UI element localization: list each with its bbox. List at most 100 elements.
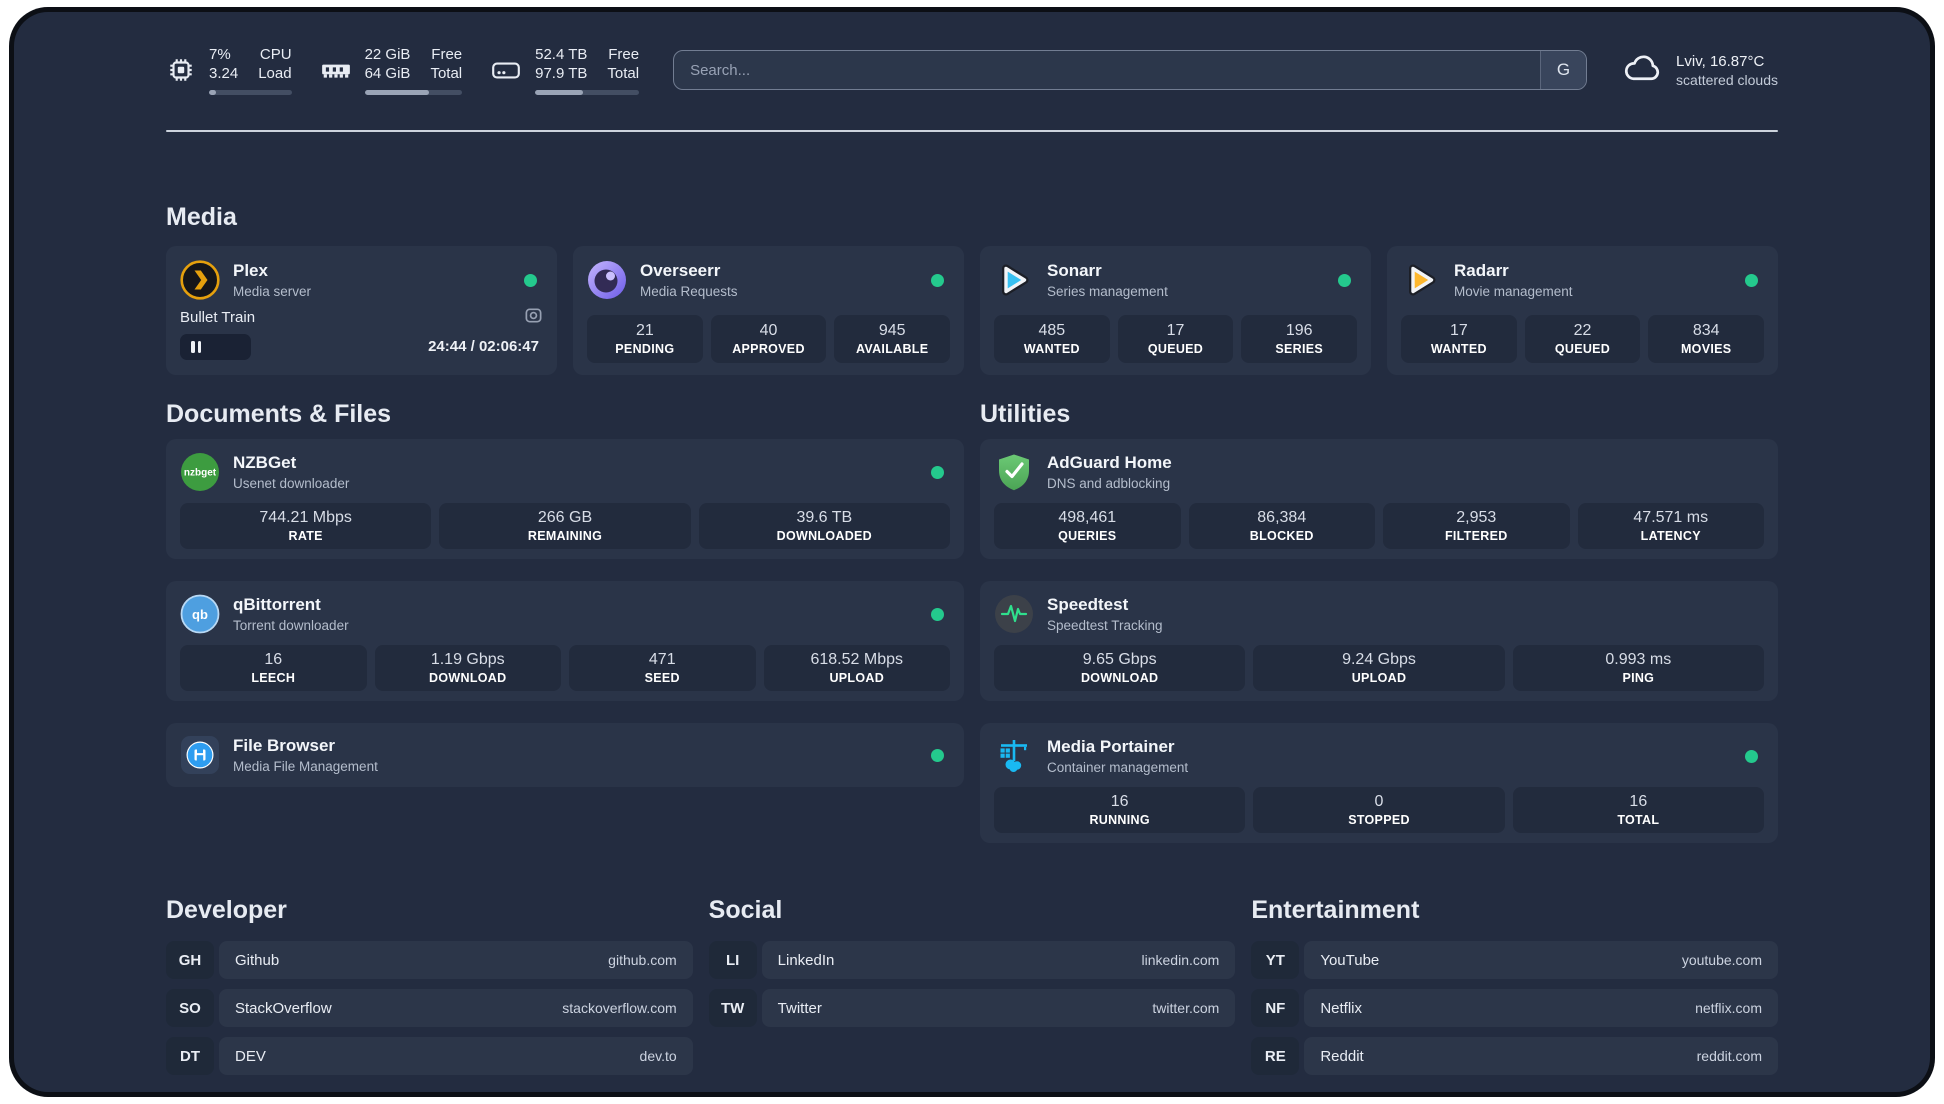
app-name: Media Portainer: [1047, 737, 1175, 756]
ram-icon: [320, 55, 352, 85]
stat-tile: 485 WANTED: [994, 315, 1110, 363]
status-dot: [931, 748, 944, 762]
bookmark-dev[interactable]: DT DEV dev.to: [166, 1037, 693, 1075]
top-header: 7% 3.24 CPU Load 22 GiB 64 GiB Free Tota…: [166, 42, 1778, 98]
stat-tile: 16 LEECH: [180, 645, 367, 691]
cpu-usage-value: 7%: [209, 46, 231, 63]
bookmark-name: Netflix: [1320, 999, 1363, 1017]
app-name: Overseerr: [640, 261, 721, 280]
bookmark-abbr: NF: [1251, 989, 1300, 1027]
now-playing-title: Bullet Train: [180, 309, 256, 326]
app-desc: Media Requests: [640, 284, 738, 299]
svg-text:qb: qb: [192, 607, 208, 622]
bookmark-name: YouTube: [1320, 951, 1380, 969]
ram-total-label: Total: [430, 65, 463, 82]
filebrowser-card[interactable]: File Browser Media File Management: [166, 723, 964, 787]
weather-widget[interactable]: Lviv, 16.87°C scattered clouds: [1621, 51, 1778, 90]
app-desc: Container management: [1047, 760, 1189, 775]
overseerr-icon: [587, 260, 627, 300]
bookmark-name: DEV: [235, 1047, 266, 1065]
app-name: qBittorrent: [233, 595, 321, 614]
bookmark-linkedin[interactable]: LI LinkedIn linkedin.com: [708, 941, 1236, 979]
bookmark-name: Reddit: [1320, 1047, 1364, 1065]
playback-progress-bar[interactable]: 24:44 / 02:06:47: [180, 334, 543, 360]
app-name: NZBGet: [233, 453, 297, 472]
app-desc: DNS and adblocking: [1047, 476, 1171, 491]
ram-free-label: Free: [431, 46, 463, 63]
ram-free-value: 22 GiB: [364, 46, 411, 63]
section-utilities: Utilities AdGuard Home DNS and adblockin…: [980, 399, 1778, 843]
bookmark-group-social: Social LI LinkedIn linkedin.com TW Twitte…: [708, 895, 1236, 1075]
bookmark-abbr: GH: [166, 941, 214, 979]
plex-card[interactable]: Plex Media server Bullet Train 24:44 / 0…: [166, 246, 557, 375]
bookmark-youtube[interactable]: YT YouTube youtube.com: [1251, 941, 1778, 979]
app-name: Speedtest: [1047, 595, 1129, 614]
app-desc: Torrent downloader: [233, 618, 349, 633]
speedtest-card[interactable]: Speedtest Speedtest Tracking 9.65 Gbps DO…: [980, 581, 1778, 701]
stat-tile: 266 GB REMAINING: [439, 503, 691, 549]
stat-tile: 16 RUNNING: [994, 787, 1246, 833]
bookmark-netflix[interactable]: NF Netflix netflix.com: [1251, 989, 1778, 1027]
stat-tile: 618.52 Mbps UPLOAD: [763, 645, 950, 691]
app-desc: Speedtest Tracking: [1047, 618, 1163, 633]
bookmark-group-developer: Developer GH Github github.com SO StackOv…: [166, 895, 693, 1075]
pause-icon[interactable]: [191, 341, 201, 353]
stat-tile: 2,953 FILTERED: [1383, 503, 1570, 549]
ram-total-value: 64 GiB: [364, 65, 411, 82]
bookmark-github[interactable]: GH Github github.com: [166, 941, 693, 979]
system-stats: 7% 3.24 CPU Load 22 GiB 64 GiB Free Tota…: [166, 45, 640, 95]
sonarr-icon: [994, 260, 1034, 300]
qbittorrent-card[interactable]: qb qBittorrent Torrent downloader 16 LEEC…: [166, 581, 964, 701]
bookmark-reddit[interactable]: RE Reddit reddit.com: [1251, 1037, 1778, 1075]
search-input[interactable]: [674, 51, 1541, 89]
radarr-icon: [1401, 260, 1441, 300]
bookmark-stackoverflow[interactable]: SO StackOverflow stackoverflow.com: [166, 989, 693, 1027]
dashboard: 7% 3.24 CPU Load 22 GiB 64 GiB Free Tota…: [14, 12, 1930, 1092]
stat-tile: 945 AVAILABLE: [834, 315, 951, 363]
app-name: Sonarr: [1047, 261, 1102, 280]
section-title-utilities: Utilities: [980, 400, 1071, 428]
app-name: File Browser: [233, 736, 336, 755]
svg-text:nzbget: nzbget: [184, 468, 217, 479]
bookmark-twitter[interactable]: TW Twitter twitter.com: [708, 989, 1236, 1027]
stat-tile: 0 STOPPED: [1253, 787, 1505, 833]
bookmark-url: linkedin.com: [1141, 952, 1220, 968]
disk-icon: [490, 55, 522, 85]
search-bar: G: [673, 50, 1588, 90]
stat-tile: 39.6 TB DOWNLOADED: [698, 503, 950, 549]
stat-tile: 498,461 QUERIES: [994, 503, 1181, 549]
search-engine-button[interactable]: G: [1540, 51, 1587, 89]
filebrowser-icon: [180, 735, 220, 775]
disk-free-label: Free: [608, 46, 640, 63]
overseerr-card[interactable]: Overseerr Media Requests 21 PENDING 40 APP…: [573, 246, 964, 375]
cloud-icon: [1621, 51, 1663, 90]
stat-tile: 9.65 Gbps DOWNLOAD: [994, 645, 1246, 691]
stat-tile: 22 QUEUED: [1524, 315, 1641, 363]
bookmark-url: netflix.com: [1695, 1000, 1762, 1016]
stat-tile: 40 APPROVED: [710, 315, 827, 363]
section-documents: Documents & Files nzbget NZBGet Usenet d…: [166, 399, 964, 787]
ram-progress-bar: [364, 90, 463, 95]
stat-tile: 744.21 Mbps RATE: [180, 503, 432, 549]
nzbget-icon: nzbget: [180, 452, 220, 492]
stat-tile: 1.19 Gbps DOWNLOAD: [374, 645, 561, 691]
adguard-card[interactable]: AdGuard Home DNS and adblocking 498,461 Q…: [980, 439, 1778, 559]
disk-progress-bar: [535, 90, 640, 95]
playback-time: 24:44 / 02:06:47: [428, 338, 539, 355]
bookmark-name: Github: [235, 951, 280, 969]
disk-stat: 52.4 TB 97.9 TB Free Total: [490, 45, 640, 95]
bookmark-group-entertainment: Entertainment YT YouTube youtube.com NF N…: [1251, 895, 1778, 1075]
bookmark-abbr: YT: [1251, 941, 1300, 979]
bookmark-abbr: SO: [166, 989, 214, 1027]
bookmark-abbr: RE: [1251, 1037, 1300, 1075]
app-desc: Media server: [233, 284, 312, 299]
radarr-card[interactable]: Radarr Movie management 17 WANTED 22 QUEUE…: [1387, 246, 1778, 375]
cpu-usage-label: CPU: [259, 46, 292, 63]
sonarr-card[interactable]: Sonarr Series management 485 WANTED 17 QUE…: [980, 246, 1371, 375]
status-dot: [1745, 749, 1758, 763]
bookmark-url: reddit.com: [1696, 1048, 1762, 1064]
header-divider: [166, 130, 1778, 132]
nzbget-card[interactable]: nzbget NZBGet Usenet downloader 744.21 M…: [166, 439, 964, 559]
portainer-card[interactable]: Media Portainer Container management 16 R…: [980, 723, 1778, 843]
ram-stat: 22 GiB 64 GiB Free Total: [320, 45, 463, 95]
